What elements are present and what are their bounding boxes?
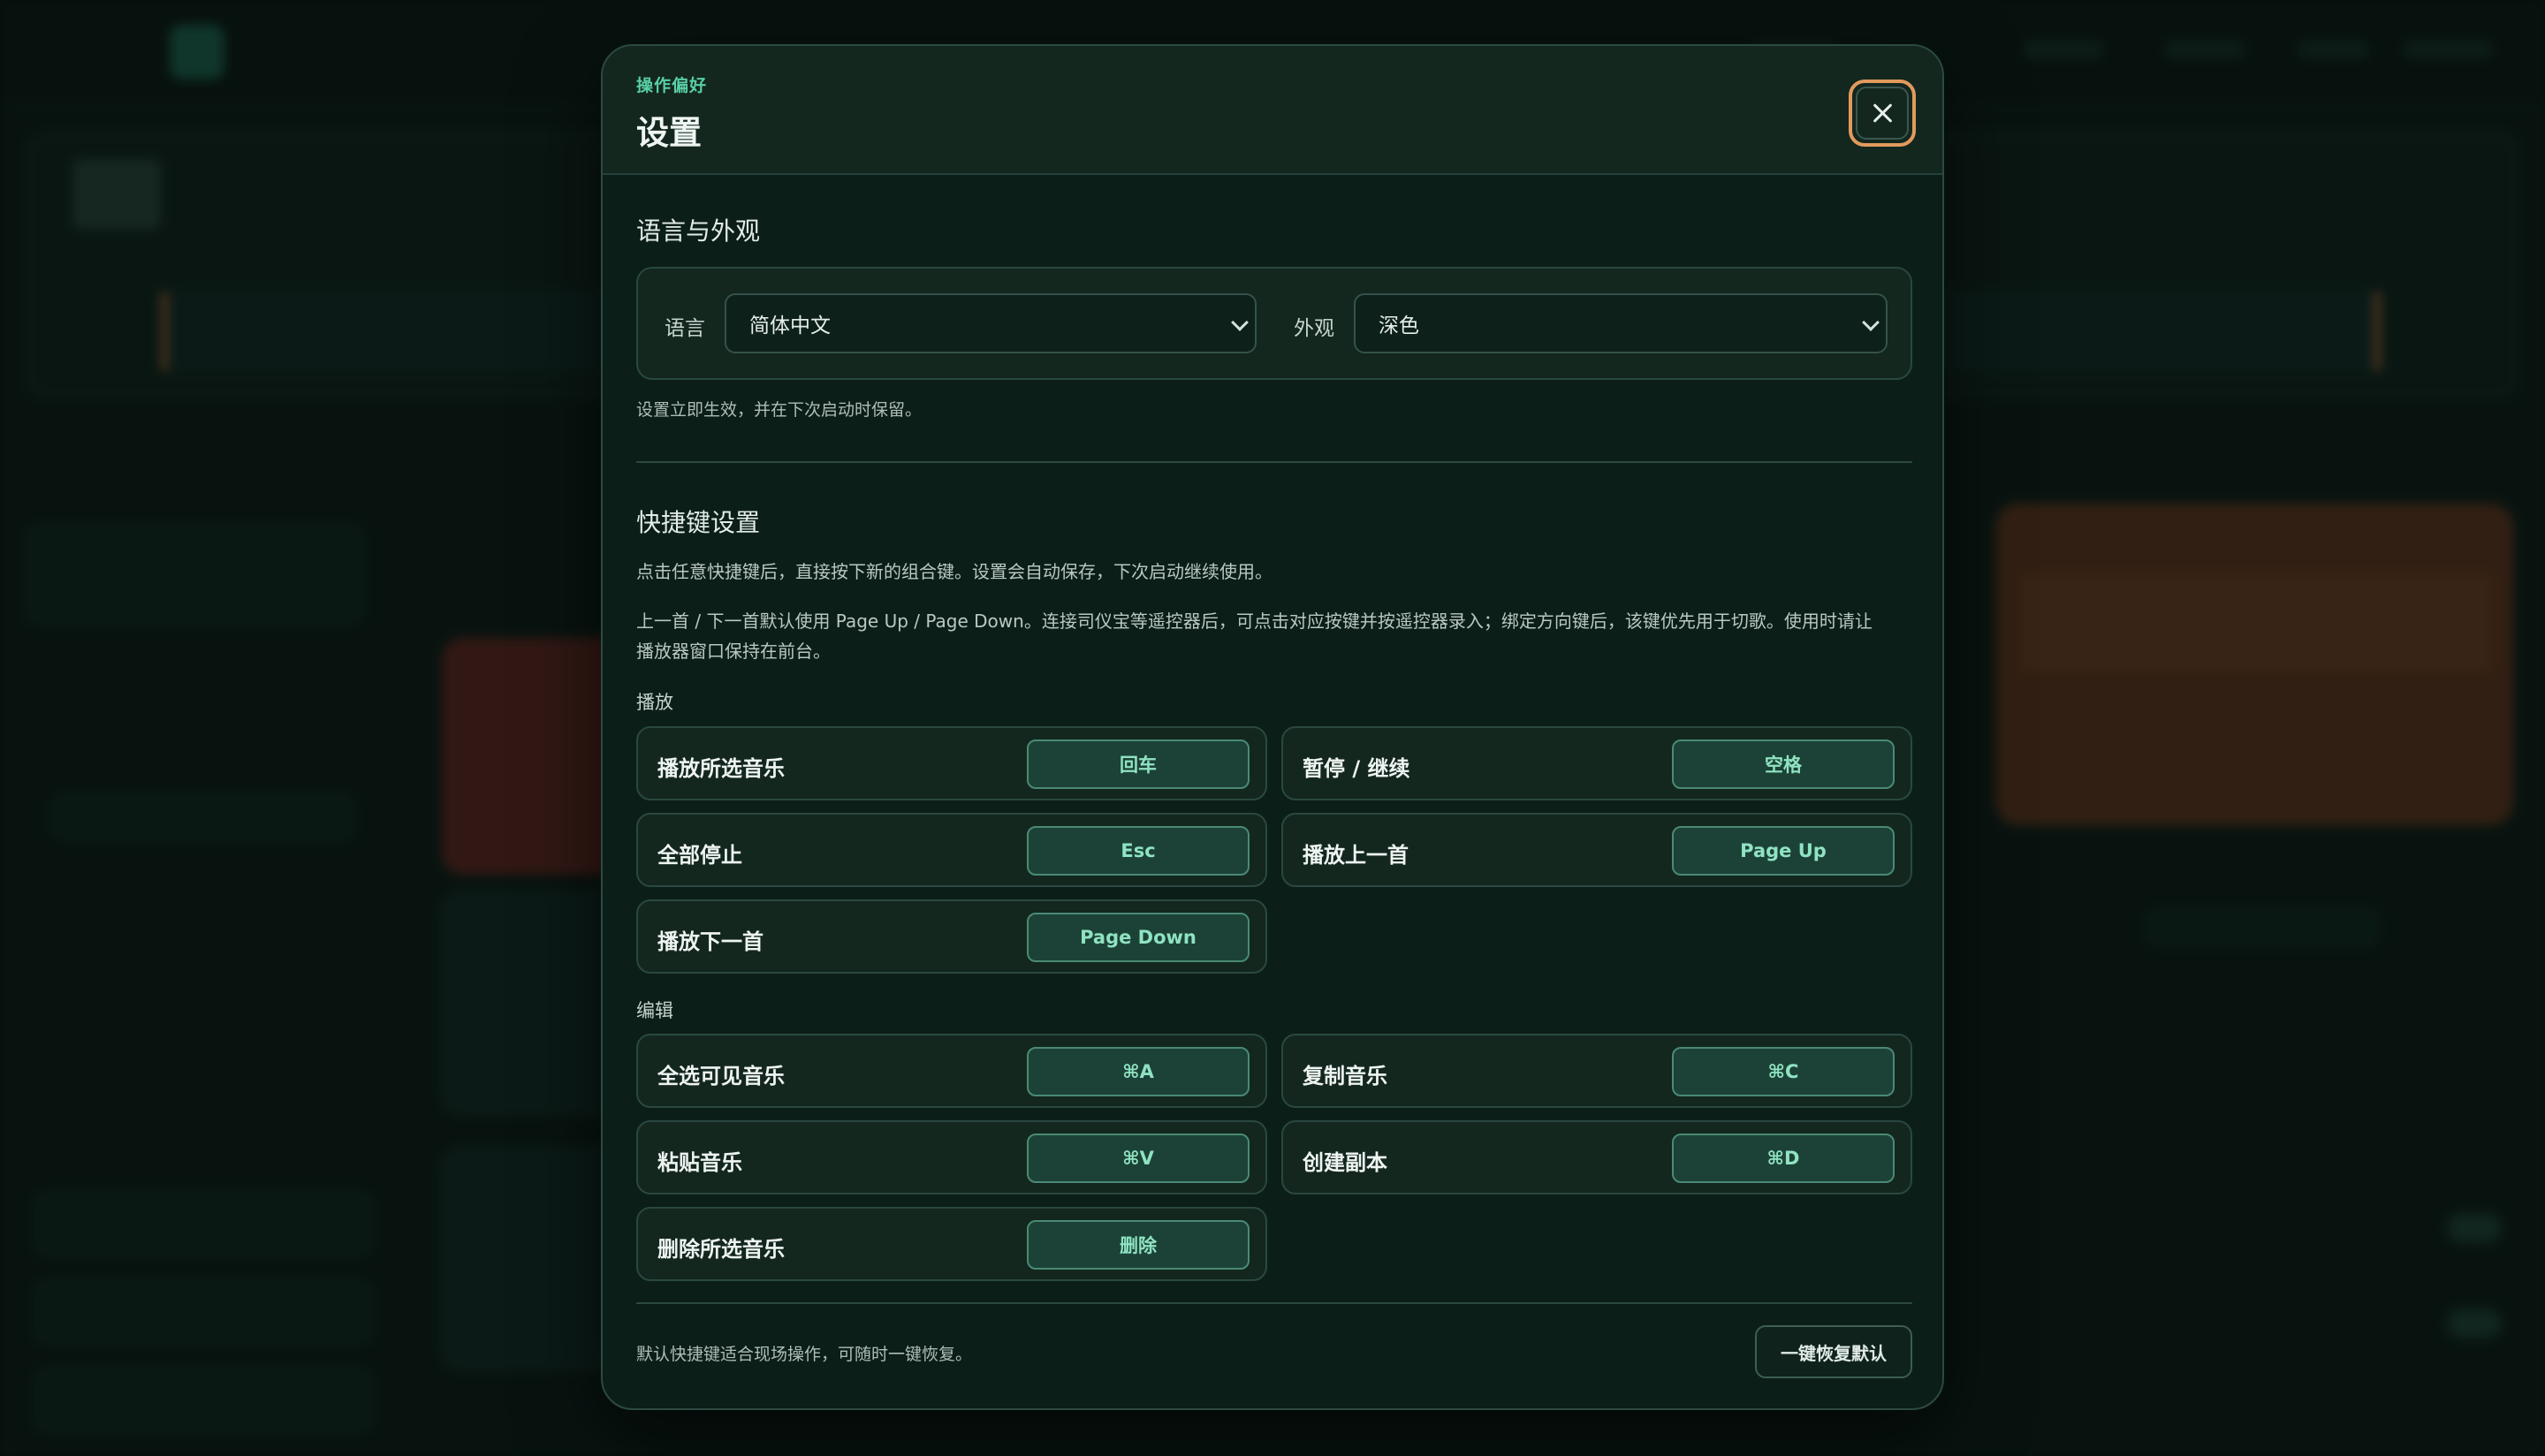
- shortcut-label: 全选可见音乐: [657, 1064, 785, 1088]
- language-label: 语言: [665, 317, 705, 340]
- language-select-value: 简体中文: [749, 315, 831, 337]
- appearance-note: 设置立即生效，并在下次启动时保留。: [636, 400, 923, 420]
- shortcut-label: 粘贴音乐: [657, 1150, 742, 1175]
- theme-select[interactable]: 深色: [1354, 293, 1888, 353]
- shortcut-label: 播放所选音乐: [657, 756, 785, 781]
- shortcut-key-button[interactable]: Page Up: [1672, 826, 1895, 876]
- shortcut-label: 删除所选音乐: [657, 1237, 785, 1262]
- shortcut-key-button[interactable]: Esc: [1027, 826, 1250, 876]
- close-icon: [1872, 102, 1893, 124]
- shortcut-label: 暂停 / 继续: [1303, 756, 1410, 781]
- shortcut-key-button[interactable]: Page Down: [1027, 913, 1250, 962]
- shortcut-label: 创建副本: [1303, 1150, 1387, 1175]
- restore-defaults-button[interactable]: 一键恢复默认: [1755, 1325, 1912, 1378]
- shortcut-key-button[interactable]: 回车: [1027, 739, 1250, 789]
- theme-select-value: 深色: [1379, 315, 1419, 337]
- footer-divider: [636, 1302, 1912, 1304]
- shortcut-key-button[interactable]: ⌘C: [1672, 1047, 1895, 1096]
- shortcut-stop-all: 全部停止 Esc: [636, 813, 1267, 887]
- shortcut-label: 播放下一首: [657, 929, 764, 954]
- shortcut-copy: 复制音乐 ⌘C: [1281, 1034, 1912, 1108]
- shortcut-play-next: 播放下一首 Page Down: [636, 899, 1267, 974]
- shortcut-play-selected: 播放所选音乐 回车: [636, 726, 1267, 800]
- section-divider: [636, 461, 1912, 463]
- shortcut-paste: 粘贴音乐 ⌘V: [636, 1120, 1267, 1194]
- shortcut-label: 全部停止: [657, 843, 742, 868]
- chevron-down-icon: [1862, 314, 1880, 331]
- shortcut-key-button[interactable]: ⌘V: [1027, 1134, 1250, 1183]
- shortcuts-hint: 点击任意快捷键后，直接按下新的组合键。设置会自动保存，下次启动继续使用。: [636, 561, 1272, 582]
- appearance-card: 语言 简体中文 外观 深色: [636, 267, 1912, 380]
- modal-title: 设置: [636, 114, 702, 152]
- theme-label: 外观: [1294, 317, 1334, 340]
- shortcuts-section-title: 快捷键设置: [636, 508, 761, 537]
- edit-group-label: 编辑: [636, 1000, 673, 1021]
- shortcut-delete: 删除所选音乐 删除: [636, 1207, 1267, 1281]
- shortcut-select-all: 全选可见音乐 ⌘A: [636, 1034, 1267, 1108]
- modal-eyebrow: 操作偏好: [636, 76, 708, 95]
- shortcut-duplicate: 创建副本 ⌘D: [1281, 1120, 1912, 1194]
- settings-modal: 操作偏好 设置 语言与外观 语言 简体中文 外观 深色 设置立即生效，并在下次启…: [601, 44, 1944, 1410]
- shortcut-key-button[interactable]: ⌘A: [1027, 1047, 1250, 1096]
- shortcut-key-button[interactable]: 空格: [1672, 739, 1895, 789]
- footer-note: 默认快捷键适合现场操作，可随时一键恢复。: [636, 1345, 973, 1364]
- modal-header: 操作偏好 设置: [603, 46, 1942, 175]
- shortcut-label: 复制音乐: [1303, 1064, 1387, 1088]
- language-select[interactable]: 简体中文: [725, 293, 1257, 353]
- close-button[interactable]: [1849, 80, 1916, 147]
- shortcut-pause-resume: 暂停 / 继续 空格: [1281, 726, 1912, 800]
- remote-hint-line-1: 上一首 / 下一首默认使用 Page Up / Page Down。连接司仪宝等…: [636, 610, 1873, 632]
- shortcut-label: 播放上一首: [1303, 843, 1409, 868]
- chevron-down-icon: [1231, 314, 1249, 331]
- shortcut-key-button[interactable]: ⌘D: [1672, 1134, 1895, 1183]
- playback-group-label: 播放: [636, 692, 673, 713]
- shortcut-key-button[interactable]: 删除: [1027, 1220, 1250, 1270]
- shortcut-play-previous: 播放上一首 Page Up: [1281, 813, 1912, 887]
- appearance-section-title: 语言与外观: [636, 216, 761, 246]
- remote-hint-line-2: 播放器窗口保持在前台。: [636, 641, 831, 662]
